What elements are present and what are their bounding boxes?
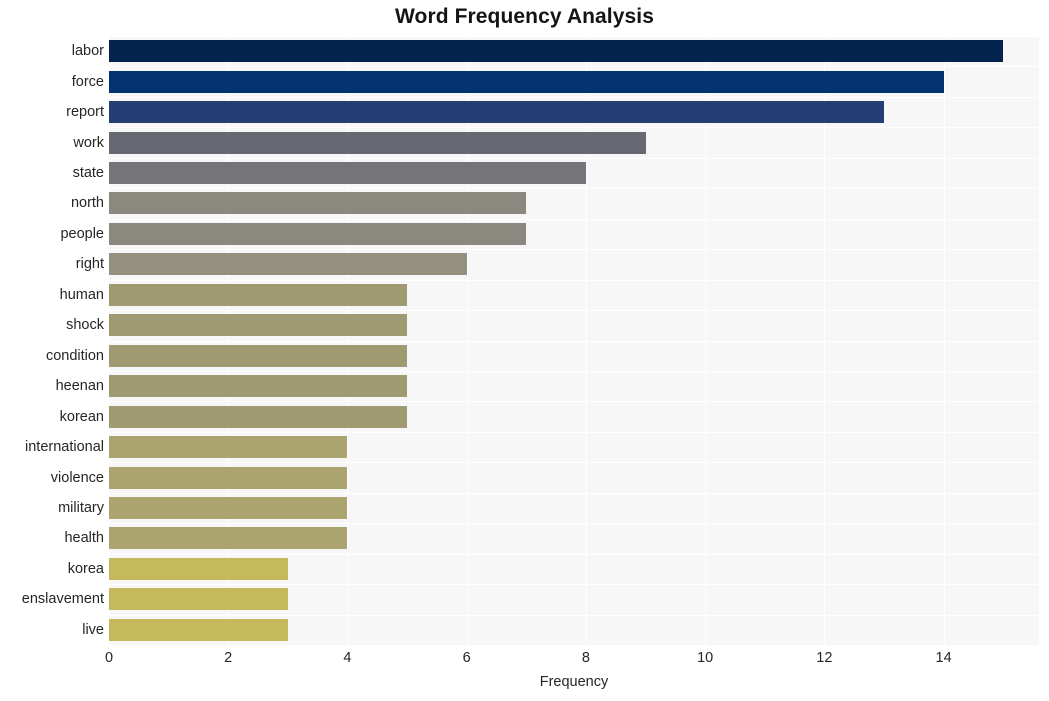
y-axis-label: shock	[66, 317, 104, 334]
plot-area	[109, 36, 1039, 646]
bar[interactable]	[109, 405, 408, 428]
y-axis-label: condition	[45, 347, 104, 364]
y-axis-label: people	[60, 225, 104, 242]
y-axis-label: work	[73, 134, 104, 151]
y-axis-label: north	[70, 195, 104, 212]
bar[interactable]	[109, 557, 288, 580]
y-axis-label: health	[64, 530, 104, 547]
bar[interactable]	[109, 496, 348, 519]
bar[interactable]	[109, 436, 348, 459]
bar[interactable]	[109, 588, 288, 611]
bar[interactable]	[109, 131, 646, 154]
bar[interactable]	[109, 253, 467, 276]
y-axis-label: force	[71, 73, 104, 90]
x-axis-tick-label: 8	[581, 650, 590, 666]
x-axis-tick-label: 4	[343, 650, 352, 666]
y-axis-label: enslavement	[21, 591, 104, 608]
bar[interactable]	[109, 283, 408, 306]
x-axis-tick-label: 14	[935, 650, 952, 666]
y-axis-label: violence	[50, 469, 104, 486]
y-axis-label: human	[59, 286, 104, 303]
y-axis-label: right	[75, 256, 104, 273]
y-axis-labels: labor force report work state north people righ…	[0, 36, 104, 645]
bar[interactable]	[109, 70, 944, 93]
bar[interactable]	[109, 466, 348, 489]
bar[interactable]	[109, 40, 1004, 63]
y-axis-label: report	[66, 104, 104, 121]
y-axis-label: state	[72, 165, 104, 182]
bar[interactable]	[109, 375, 408, 398]
bar[interactable]	[109, 527, 348, 550]
bar[interactable]	[109, 101, 884, 124]
bar[interactable]	[109, 314, 408, 337]
x-axis-tick-label: 0	[104, 650, 114, 666]
y-axis-label: live	[82, 621, 104, 638]
y-axis-label: international	[25, 439, 104, 456]
y-axis-label: heenan	[55, 378, 104, 395]
bar[interactable]	[109, 222, 527, 245]
x-axis-tick-label: 6	[462, 650, 471, 666]
y-axis-label: military	[58, 499, 104, 516]
bar[interactable]	[109, 162, 586, 185]
y-axis-label: korea	[67, 560, 104, 577]
horizontal-gridline	[109, 645, 1039, 646]
bar[interactable]	[109, 344, 408, 367]
x-axis-tick-label: 12	[816, 650, 833, 666]
x-axis-tick-label: 10	[697, 650, 714, 666]
y-axis-label: labor	[71, 43, 104, 60]
bar[interactable]	[109, 192, 527, 215]
bars-layer	[109, 36, 1039, 645]
x-axis-tick-labels: 0 2 4 6 8 10 12 14	[105, 650, 1039, 672]
x-axis-tick-label: 2	[224, 650, 233, 666]
word-frequency-chart: Word Frequency Analysis labor force report…	[0, 0, 1049, 701]
chart-title: Word Frequency Analysis	[394, 5, 655, 28]
bar[interactable]	[109, 618, 288, 641]
x-axis-title: Frequency	[539, 674, 609, 690]
y-axis-label: korean	[59, 408, 104, 425]
